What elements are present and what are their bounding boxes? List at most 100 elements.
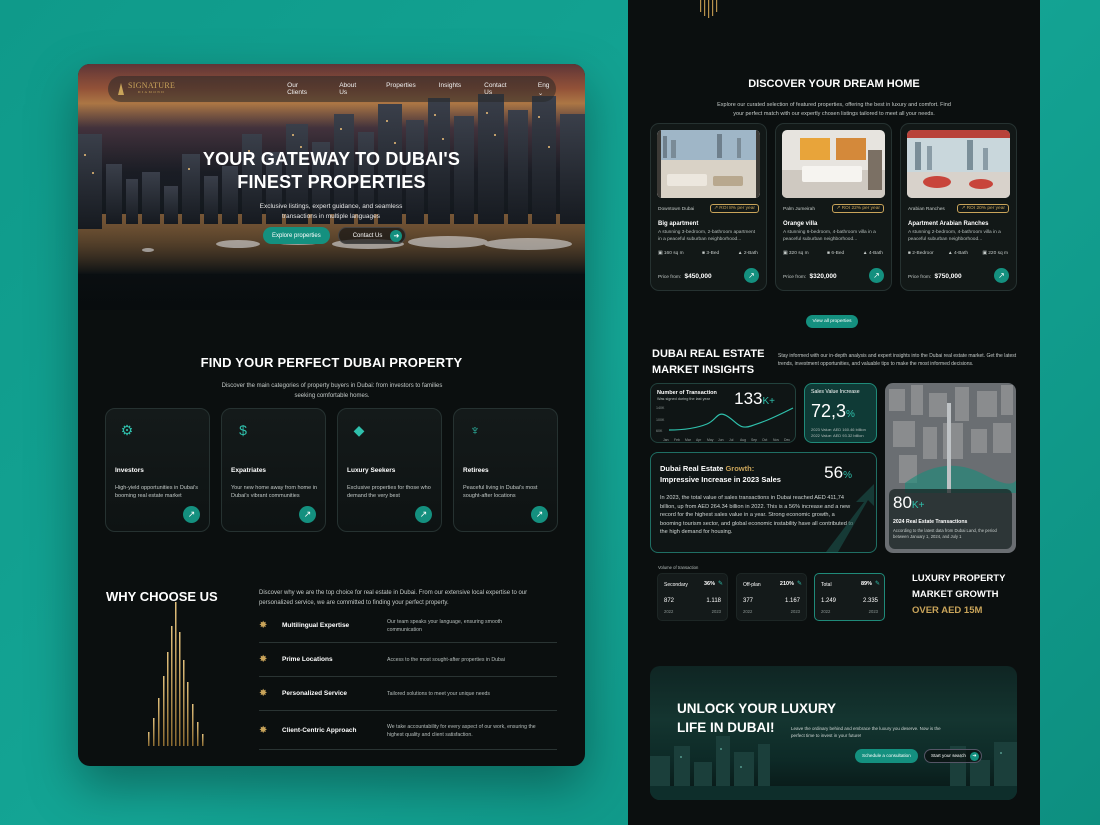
- arrow-up-right-icon[interactable]: ↗: [299, 506, 316, 523]
- find-property-description: Discover the main categories of property…: [221, 383, 443, 399]
- volume-card-off-plan: Off-plan 210% ✎ 377 1.167 2022 2023: [736, 573, 807, 621]
- market-insights-title-line-2: MARKET INSIGHTS: [652, 364, 755, 376]
- area-icon: ▣: [982, 251, 987, 256]
- feature-description: We take accountability for every aspect …: [387, 723, 536, 738]
- logo-tower-icon: [118, 83, 124, 95]
- contact-us-button[interactable]: Contact Us ➜: [337, 227, 407, 244]
- property-name: Big apartment: [658, 221, 699, 227]
- x-tick-label: Jun: [718, 438, 724, 442]
- pencil-icon[interactable]: ✎: [718, 580, 723, 587]
- pencil-icon[interactable]: ✎: [875, 580, 880, 587]
- growth-arrow-graphic: [826, 484, 874, 552]
- category-card-expatriates[interactable]: $ Expatriates Your new home away from ho…: [221, 408, 326, 532]
- cta-banner: UNLOCK YOUR LUXURY LIFE IN DUBAI! Leave …: [650, 666, 1017, 800]
- area-spec: ▣ 320 sq m: [783, 251, 809, 256]
- star-badge-icon: ✸: [259, 688, 268, 699]
- category-card-retirees[interactable]: ♆ Retirees Peaceful living in Dubai's mo…: [453, 408, 558, 532]
- bath-icon: ▲: [947, 251, 953, 256]
- x-tick-label: Jul: [729, 438, 734, 442]
- dream-home-description: Explore our curated selection of feature…: [717, 102, 951, 117]
- landing-page-left: SIGNATURE DIAMOND Our Clients About Us P…: [78, 64, 585, 766]
- bed-spec: ■ 3-Bed: [702, 251, 720, 256]
- property-specs: ■ 2-Bedroor ▲ 4-Bath ▣ 220 sq m: [908, 251, 1008, 256]
- x-tick-label: Aug: [740, 438, 746, 442]
- transactions-chart-card: Number of Transaction Was signed during …: [650, 383, 796, 443]
- category-card-luxury-seekers[interactable]: ◆ Luxury Seekers Exclusive properties fo…: [337, 408, 442, 532]
- arrow-up-right-icon[interactable]: ↗: [869, 268, 884, 283]
- feature-description: Our team speaks your language, ensuring …: [387, 618, 503, 633]
- bed-spec: ▲ 4-Bath: [947, 251, 969, 256]
- market-insights-description: Stay informed with our in-depth analysis…: [778, 353, 1017, 367]
- logo-subtitle: DIAMOND: [137, 90, 166, 94]
- nav-link-contact-us[interactable]: Contact Us: [484, 82, 513, 96]
- bed-icon: ■: [827, 251, 831, 256]
- arrow-up-right-icon[interactable]: ↗: [994, 268, 1009, 283]
- growth-card: Dubai Real Estate Growth: Impressive Inc…: [650, 452, 877, 553]
- city-transactions-value: 80K+: [893, 493, 925, 512]
- feature-personalized-service: ✸ Personalized Service Tailored solution…: [259, 677, 557, 711]
- roi-badge: ↗ ROI 22% per year: [832, 204, 884, 213]
- nav-link-properties[interactable]: Properties: [386, 82, 416, 96]
- arrow-right-icon: ➜: [390, 229, 403, 242]
- bath-spec: ▲ 4-Bath: [862, 251, 883, 256]
- nav-link-about-us[interactable]: About Us: [339, 82, 363, 96]
- chevron-down-icon: ⌄: [537, 89, 544, 97]
- feature-client-centric-approach: ✸ Client-Centric Approach We take accoun…: [259, 712, 557, 750]
- roi-badge: ↗ ROI 8% per year: [709, 204, 759, 213]
- category-description: Peaceful living in Dubai's most sought-a…: [463, 485, 538, 499]
- burj-tower-illustration: [148, 602, 204, 746]
- arrow-up-right-icon[interactable]: ↗: [415, 506, 432, 523]
- feature-title: Personalized Service: [282, 690, 348, 697]
- view-all-properties-button[interactable]: View all properties: [806, 315, 858, 328]
- growth-title: Dubai Real Estate Growth: Impressive Inc…: [660, 464, 781, 484]
- bed-spec: ■ 6-Bed: [827, 251, 845, 256]
- star-badge-icon: ✸: [259, 725, 268, 736]
- category-title: Investors: [115, 467, 144, 474]
- property-photo: [782, 130, 885, 198]
- city-aerial-card: 80K+ 2024 Real Estate Transactions Accor…: [885, 383, 1016, 553]
- tower-ornament: [700, 0, 718, 18]
- feature-prime-locations: ✸ Prime Locations Access to the most sou…: [259, 643, 557, 677]
- property-price: Price from: $750,000: [908, 273, 962, 280]
- property-card-apartment-arabian-ranches[interactable]: Arabian Ranches ↗ ROI 20% per year Apart…: [900, 123, 1017, 291]
- language-selector[interactable]: Eng ⌄: [538, 82, 556, 97]
- category-card-investors[interactable]: ⚙ Investors High-yield opportunities in …: [105, 408, 210, 532]
- investment-icon: ⚙: [120, 422, 134, 438]
- property-card-big-apartment[interactable]: Downtown Dubai ↗ ROI 8% per year Big apa…: [650, 123, 767, 291]
- city-transactions-note: According to the latest data from Dubai …: [893, 528, 997, 539]
- volume-card-total: Total 89% ✎ 1.249 2.335 2022 2023: [814, 573, 885, 621]
- arrow-up-right-icon[interactable]: ↗: [744, 268, 759, 283]
- market-insights-title: DUBAI REAL ESTATE MARKET INSIGHTS: [652, 346, 764, 378]
- growth-value: 56%: [824, 463, 852, 482]
- x-tick-label: Oct: [762, 438, 767, 442]
- y-tick-label: 60K: [656, 429, 663, 433]
- x-tick-label: Sep: [751, 438, 757, 442]
- arrow-up-right-icon[interactable]: ↗: [531, 506, 548, 523]
- category-title: Retirees: [463, 467, 489, 474]
- schedule-consultation-button[interactable]: Schedule a consultation: [855, 749, 918, 763]
- property-card-orange-villa[interactable]: Palm Jumeirah ↗ ROI 22% per year Orange …: [775, 123, 892, 291]
- bed-icon: ■: [908, 251, 911, 256]
- star-badge-icon: ✸: [259, 654, 268, 665]
- money-bag-icon: ♆: [469, 422, 481, 438]
- city-transactions-label: 2024 Real Estate Transactions: [893, 519, 968, 525]
- x-tick-label: Apr: [696, 438, 702, 442]
- star-badge-icon: ✸: [259, 620, 268, 631]
- arrow-up-right-icon[interactable]: ↗: [183, 506, 200, 523]
- cta-description: Leave the ordinary behind and embrace th…: [791, 726, 941, 738]
- x-tick-label: Jan: [663, 438, 669, 442]
- property-name: Apartment Arabian Ranches: [908, 221, 989, 227]
- nav-link-insights[interactable]: Insights: [439, 82, 461, 96]
- arrow-right-icon: ➜: [969, 751, 979, 761]
- start-search-button[interactable]: Start your search ➜: [924, 749, 982, 763]
- x-tick-label: Dec: [784, 438, 790, 442]
- contact-us-label: Contact Us: [352, 232, 383, 239]
- brand-logo[interactable]: SIGNATURE DIAMOND: [118, 82, 175, 96]
- transactions-series-line: [668, 407, 794, 431]
- explore-properties-button[interactable]: Explore properties: [263, 227, 330, 244]
- nav-link-our-clients[interactable]: Our Clients: [287, 82, 316, 96]
- property-location: Arabian Ranches: [908, 207, 945, 212]
- category-title: Luxury Seekers: [347, 467, 396, 474]
- pencil-icon[interactable]: ✎: [797, 580, 802, 587]
- diamond-icon: ◆: [353, 422, 365, 438]
